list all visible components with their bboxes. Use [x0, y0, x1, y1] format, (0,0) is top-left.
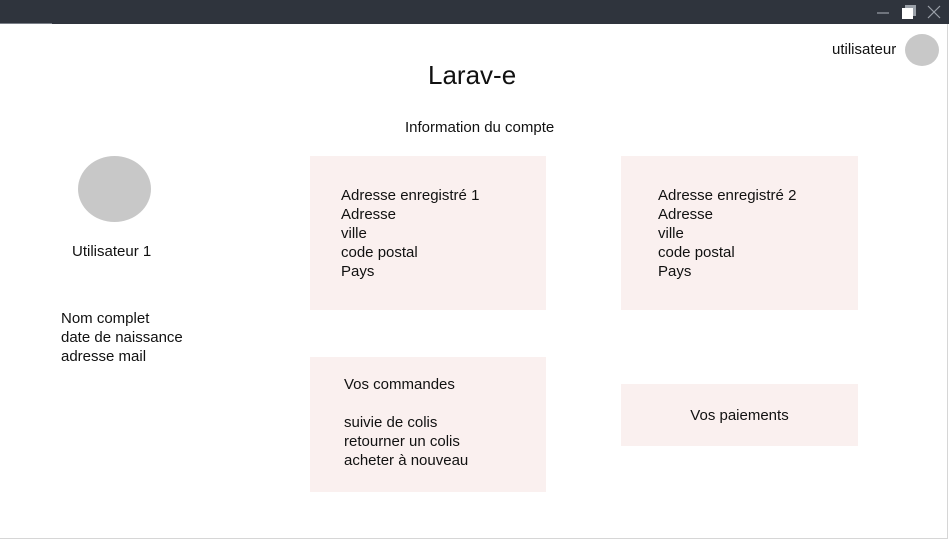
- address-city: ville: [658, 225, 684, 242]
- user-menu-label[interactable]: utilisateur: [832, 41, 896, 59]
- minimize-icon[interactable]: [875, 4, 891, 20]
- payments-title: Vos paiements: [690, 406, 789, 424]
- address-postal-code: code postal: [658, 244, 735, 261]
- app-title: Larav-e: [428, 60, 517, 90]
- profile-full-name: Nom complet: [61, 310, 150, 327]
- track-package-link[interactable]: suivie de colis: [344, 413, 546, 432]
- orders-spacer: [344, 394, 546, 413]
- address-postal-code: code postal: [341, 244, 418, 261]
- profile-email: adresse mail: [61, 348, 147, 365]
- profile-birth-date: date de naissance: [61, 329, 183, 346]
- address-country: Pays: [658, 263, 692, 280]
- page-title: Information du compte: [405, 119, 555, 136]
- profile-name: Utilisateur 1: [72, 243, 152, 260]
- address-country: Pays: [341, 263, 375, 280]
- profile-avatar: [78, 156, 151, 222]
- user-avatar[interactable]: [905, 34, 939, 66]
- payments-card[interactable]: Vos paiements: [621, 384, 858, 446]
- buy-again-link[interactable]: acheter à nouveau: [344, 451, 546, 470]
- address-title: Adresse enregistré 2: [658, 187, 797, 204]
- address-line: Adresse: [341, 206, 397, 223]
- address-card-2[interactable]: Adresse enregistré 2 Adresse ville code …: [621, 156, 858, 310]
- address-title: Adresse enregistré 1: [341, 187, 480, 204]
- profile-details: Nom complet date de naissance adresse ma…: [61, 309, 183, 366]
- window-titlebar: [0, 0, 949, 24]
- return-package-link[interactable]: retourner un colis: [344, 432, 546, 451]
- orders-title: Vos commandes: [344, 376, 455, 393]
- close-icon[interactable]: [926, 4, 942, 20]
- address-line: Adresse: [658, 206, 714, 223]
- orders-card: Vos commandes suivie de colis retourner …: [310, 357, 546, 492]
- address-card-1[interactable]: Adresse enregistré 1 Adresse ville code …: [310, 156, 546, 310]
- address-city: ville: [341, 225, 367, 242]
- maximize-icon[interactable]: [901, 4, 917, 20]
